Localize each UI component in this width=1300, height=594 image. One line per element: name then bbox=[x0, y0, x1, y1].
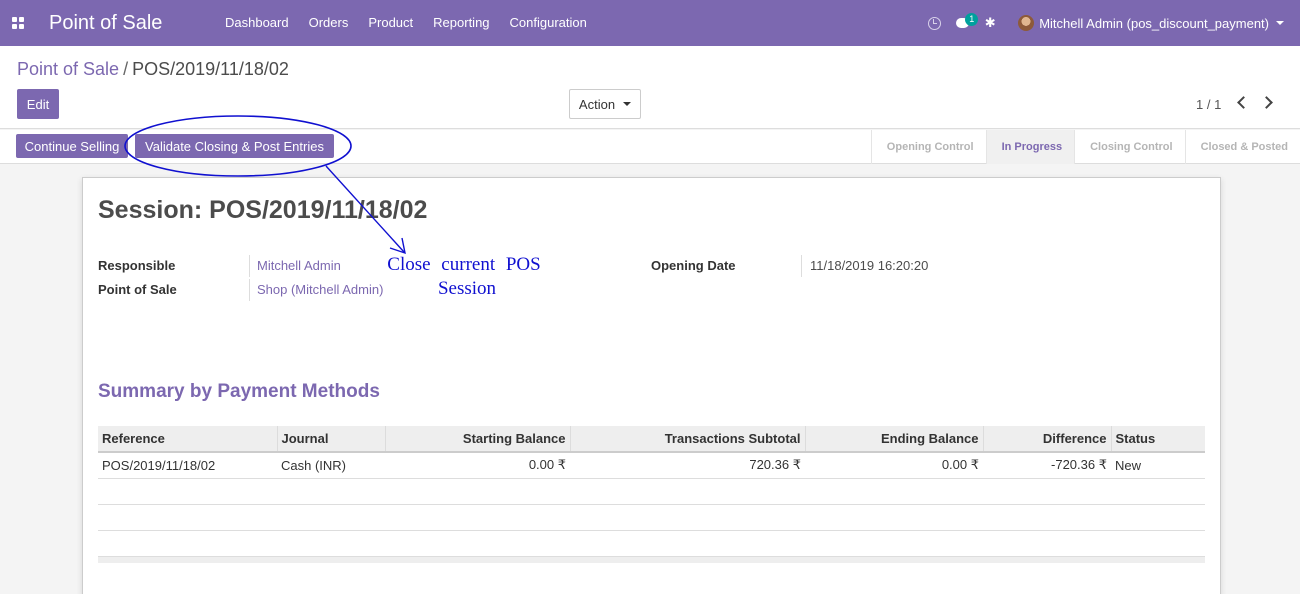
app-title[interactable]: Point of Sale bbox=[49, 12, 215, 35]
field-divider bbox=[249, 255, 250, 277]
table-row-empty bbox=[98, 478, 1205, 505]
breadcrumb-current: POS/2019/11/18/02 bbox=[132, 59, 289, 79]
validate-closing-button[interactable]: Validate Closing & Post Entries bbox=[135, 134, 334, 158]
col-difference[interactable]: Difference bbox=[982, 426, 1111, 453]
point-of-sale-value[interactable]: Shop (Mitchell Admin) bbox=[257, 282, 383, 297]
cell-ending-balance: 0.00 ₹ bbox=[805, 452, 983, 479]
col-ending-balance[interactable]: Ending Balance bbox=[804, 426, 983, 453]
payment-methods-table: Reference Journal Starting Balance Trans… bbox=[98, 426, 1205, 556]
table-footer bbox=[98, 556, 1205, 563]
debug-bug-icon[interactable]: ✱ bbox=[976, 15, 1004, 31]
col-reference[interactable]: Reference bbox=[98, 426, 277, 453]
annotation-text-line2: Session bbox=[437, 278, 497, 299]
stage-in-progress[interactable]: In Progress bbox=[985, 130, 1075, 164]
form-statusbar: Continue Selling Validate Closing & Post… bbox=[0, 130, 1300, 164]
stage-closing-control[interactable]: Closing Control bbox=[1074, 130, 1185, 164]
cell-status: New bbox=[1111, 452, 1205, 479]
menu-product[interactable]: Product bbox=[358, 0, 423, 46]
activity-clock-icon[interactable] bbox=[920, 16, 948, 30]
col-status[interactable]: Status bbox=[1110, 426, 1205, 453]
messaging-chat-icon[interactable]: 1 bbox=[948, 13, 979, 28]
cell-transactions-subtotal: 720.36 ₹ bbox=[570, 452, 805, 479]
chevron-left-icon[interactable] bbox=[1237, 96, 1250, 109]
user-menu-name[interactable]: Mitchell Admin (pos_discount_payment) bbox=[1039, 16, 1269, 31]
action-label: Action bbox=[578, 96, 616, 112]
cell-journal: Cash (INR) bbox=[277, 452, 385, 479]
table-row-empty bbox=[98, 530, 1205, 556]
cell-difference: -720.36 ₹ bbox=[983, 452, 1111, 479]
menu-orders[interactable]: Orders bbox=[299, 0, 359, 46]
opening-date-value: 11/18/2019 16:20:20 bbox=[810, 258, 929, 273]
action-dropdown-button[interactable]: Action bbox=[569, 89, 641, 119]
caret-down-icon bbox=[623, 102, 632, 106]
opening-date-label: Opening Date bbox=[651, 258, 736, 273]
summary-section-title: Summary by Payment Methods bbox=[98, 381, 380, 402]
chevron-down-icon[interactable] bbox=[1276, 21, 1284, 25]
session-form-sheet: Session: POS/2019/11/18/02 Responsible M… bbox=[82, 177, 1221, 594]
col-journal[interactable]: Journal bbox=[276, 426, 385, 453]
menu-dashboard[interactable]: Dashboard bbox=[215, 0, 299, 46]
col-starting-balance[interactable]: Starting Balance bbox=[384, 426, 570, 453]
top-navbar: Point of Sale Dashboard Orders Product R… bbox=[0, 0, 1300, 46]
chevron-right-icon[interactable] bbox=[1260, 96, 1273, 109]
edit-button[interactable]: Edit bbox=[17, 89, 59, 119]
annotation-text-line1: Close current POS bbox=[387, 254, 541, 275]
session-title: Session: POS/2019/11/18/02 bbox=[98, 196, 428, 224]
field-divider bbox=[249, 279, 250, 301]
stage-closed-posted[interactable]: Closed & Posted bbox=[1184, 130, 1300, 164]
responsible-value[interactable]: Mitchell Admin bbox=[257, 258, 341, 273]
main-menu: Dashboard Orders Product Reporting Confi… bbox=[215, 0, 597, 46]
apps-menu-icon[interactable] bbox=[0, 0, 34, 46]
cell-reference: POS/2019/11/18/02 bbox=[98, 452, 277, 479]
table-row-empty bbox=[98, 504, 1205, 531]
col-transactions-subtotal[interactable]: Transactions Subtotal bbox=[569, 426, 805, 453]
menu-configuration[interactable]: Configuration bbox=[500, 0, 597, 46]
responsible-label: Responsible bbox=[98, 258, 176, 273]
breadcrumb-parent[interactable]: Point of Sale bbox=[17, 59, 119, 79]
point-of-sale-label: Point of Sale bbox=[98, 282, 177, 297]
control-panel: Point of Sale / POS/2019/11/18/02 Edit Act… bbox=[0, 46, 1300, 129]
cell-starting-balance: 0.00 ₹ bbox=[385, 452, 570, 479]
stage-pipeline: Opening Control In Progress Closing Cont… bbox=[870, 130, 1300, 164]
continue-selling-button[interactable]: Continue Selling bbox=[16, 134, 128, 158]
pager-value[interactable]: 1 / 1 bbox=[1196, 97, 1221, 112]
systray: 1 ✱ Mitchell Admin (pos_discount_payment… bbox=[920, 0, 1300, 46]
table-row[interactable]: POS/2019/11/18/02 Cash (INR) 0.00 ₹ 720.… bbox=[98, 452, 1205, 479]
breadcrumb-separator: / bbox=[123, 59, 129, 79]
breadcrumb: Point of Sale / POS/2019/11/18/02 bbox=[17, 59, 289, 80]
user-avatar[interactable] bbox=[1018, 15, 1035, 31]
stage-opening-control[interactable]: Opening Control bbox=[870, 130, 986, 164]
menu-reporting[interactable]: Reporting bbox=[423, 0, 499, 46]
field-divider bbox=[801, 255, 802, 277]
